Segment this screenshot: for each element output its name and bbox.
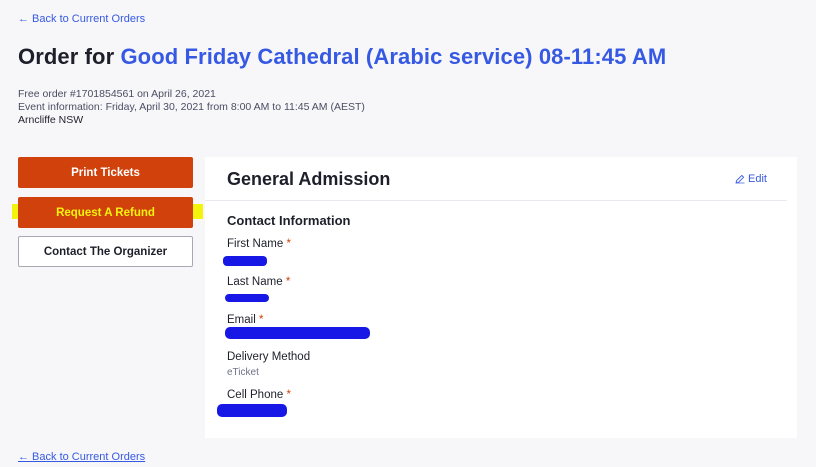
required-asterisk: * bbox=[286, 389, 291, 401]
first-name-value-redacted bbox=[223, 256, 267, 266]
back-to-orders-link-bottom[interactable]: ← Back to Current Orders bbox=[18, 451, 145, 463]
delivery-method-label: Delivery Method bbox=[227, 351, 311, 363]
edit-label: Edit bbox=[748, 173, 767, 185]
last-name-value-redacted bbox=[225, 294, 269, 302]
first-name-label-text: First Name bbox=[227, 238, 284, 250]
contact-organizer-button[interactable]: Contact The Organizer bbox=[18, 236, 193, 267]
event-info-value: Friday, April 30, 2021 from 8:00 AM to 1… bbox=[105, 101, 365, 113]
first-name-label: First Name * bbox=[227, 238, 291, 250]
ticket-type-title: General Admission bbox=[227, 169, 391, 189]
email-value-redacted bbox=[225, 327, 370, 339]
contact-information-heading: Contact Information bbox=[227, 213, 351, 228]
back-to-orders-link-top[interactable]: ← Back to Current Orders bbox=[18, 13, 145, 25]
event-info-label: Event information: bbox=[18, 101, 103, 113]
page-title: Order for Good Friday Cathedral (Arabic … bbox=[18, 44, 666, 70]
event-information: Event information: Friday, April 30, 202… bbox=[18, 101, 365, 114]
card-divider bbox=[205, 200, 787, 201]
last-name-label-text: Last Name bbox=[227, 276, 283, 288]
request-refund-button[interactable]: Request A Refund bbox=[18, 197, 193, 228]
required-asterisk: * bbox=[258, 314, 264, 326]
cell-phone-label: Cell Phone * bbox=[227, 389, 291, 401]
event-name-link[interactable]: Good Friday Cathedral (Arabic service) 0… bbox=[120, 44, 666, 69]
cell-phone-value-redacted bbox=[217, 404, 287, 417]
required-asterisk: * bbox=[286, 238, 291, 250]
pencil-icon bbox=[735, 174, 745, 184]
email-label: Email * bbox=[227, 314, 263, 326]
email-label-text: Email bbox=[227, 314, 256, 326]
order-meta: Free order #1701854561 on April 26, 2021… bbox=[18, 88, 365, 127]
order-number: Free order #1701854561 on April 26, 2021 bbox=[18, 88, 216, 100]
delivery-method-value: eTicket bbox=[227, 367, 259, 378]
last-name-label: Last Name * bbox=[227, 276, 290, 288]
print-tickets-button[interactable]: Print Tickets bbox=[18, 157, 193, 188]
title-prefix: Order for bbox=[18, 44, 115, 69]
ticket-card: General Admission Edit Contact Informati… bbox=[205, 157, 797, 438]
cell-phone-label-text: Cell Phone bbox=[227, 389, 284, 401]
required-asterisk: * bbox=[285, 276, 291, 288]
edit-link[interactable]: Edit bbox=[735, 173, 767, 185]
event-location: Arncliffe NSW bbox=[18, 114, 84, 126]
